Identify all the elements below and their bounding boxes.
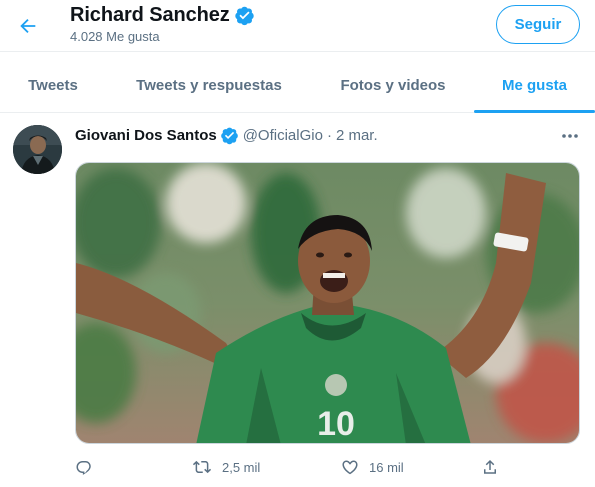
more-options-button[interactable] [556,124,584,148]
verified-badge-icon [234,5,255,26]
avatar[interactable] [13,125,62,174]
profile-name: Richard Sanchez [70,4,230,26]
tab-tweets-y-respuestas[interactable]: Tweets y respuestas [106,58,312,112]
arrow-left-icon [20,18,36,34]
profile-tabs: Tweets Tweets y respuestas Fotos y video… [0,58,595,113]
tab-me-gusta[interactable]: Me gusta [474,58,595,112]
profile-name-row: Richard Sanchez [70,4,255,27]
verified-badge-icon [220,126,239,145]
tweet-media-image[interactable]: 10 [75,162,580,444]
author-name[interactable]: Giovani Dos Santos [75,127,217,144]
author-handle[interactable]: @OficialGio [243,127,323,144]
retweet-count: 2,5 mil [222,459,261,475]
soccer-celebration-photo: 10 [76,163,579,443]
more-horizontal-icon [562,134,578,138]
like-button[interactable]: 16 mil [341,455,404,479]
follow-button[interactable]: Seguir [496,5,580,44]
back-button[interactable] [10,8,46,44]
active-tab-indicator [474,110,595,113]
tweet[interactable]: Giovani Dos Santos @OficialGio · 2 mar. [0,114,595,487]
svg-text:10: 10 [317,405,355,443]
likes-count: 4.028 Me gusta [70,29,160,44]
reply-button[interactable] [75,455,103,479]
tab-tweets[interactable]: Tweets [0,58,106,112]
heart-icon [342,460,358,475]
profile-header: Richard Sanchez 4.028 Me gusta Seguir [0,0,595,52]
tweet-header: Giovani Dos Santos @OficialGio · 2 mar. [75,126,378,145]
share-icon [484,459,496,474]
retweet-button[interactable]: 2,5 mil [192,455,260,479]
tweet-actions: 2,5 mil 16 mil [75,455,580,479]
tweet-date[interactable]: 2 mar. [336,127,378,144]
tab-fotos-y-videos[interactable]: Fotos y videos [312,58,474,112]
retweet-icon [192,460,212,474]
share-button[interactable] [481,455,509,479]
separator-dot: · [326,127,332,144]
like-count: 16 mil [369,459,404,475]
reply-icon [76,461,91,475]
